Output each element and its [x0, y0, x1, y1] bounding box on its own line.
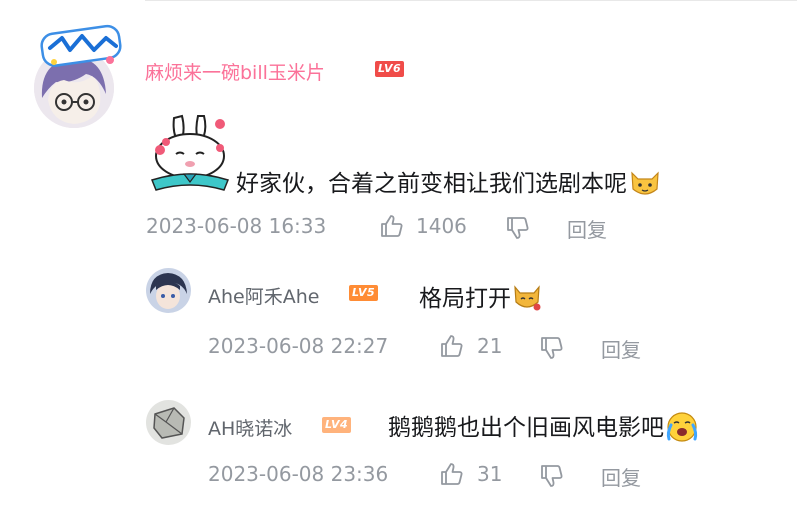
reply-avatar[interactable]	[146, 268, 191, 313]
level-badge: LV5	[349, 285, 379, 301]
reply-timestamp: 2023-06-08 23:36	[208, 462, 389, 486]
comment-text-body: 好家伙，合着之前变相让我们选剧本呢	[236, 171, 627, 197]
reply-text: 格局打开	[419, 279, 542, 318]
like-count: 31	[477, 462, 503, 486]
reply-username[interactable]: AH晓诺冰	[208, 414, 292, 441]
reply-timestamp: 2023-06-08 22:27	[208, 334, 389, 358]
thumbs-up-icon	[441, 463, 463, 485]
dislike-button[interactable]	[538, 334, 566, 362]
dislike-button[interactable]	[504, 214, 532, 242]
dislike-button[interactable]	[538, 462, 566, 490]
reply-avatar[interactable]	[146, 400, 191, 445]
like-button[interactable]	[438, 332, 466, 360]
crying-emoji-icon	[665, 410, 699, 448]
comment-text: 好家伙，合着之前变相让我们选剧本呢	[236, 164, 661, 203]
divider	[145, 0, 797, 1]
cat-emoji-icon	[629, 167, 661, 203]
thumbs-down-icon	[507, 217, 529, 239]
dog-emoji-icon	[512, 282, 542, 318]
avatar-image	[146, 400, 191, 445]
reply-button[interactable]: 回复	[601, 462, 641, 491]
reply-text-body: 格局打开	[419, 286, 511, 312]
level-badge: LV6	[375, 61, 405, 77]
avatar-image	[146, 268, 191, 313]
like-button[interactable]	[438, 460, 466, 488]
username[interactable]: 麻烦来一碗bill玉米片	[145, 58, 325, 85]
thumbs-up-icon	[381, 215, 403, 237]
thumbs-down-icon	[541, 465, 563, 487]
reply-button[interactable]: 回复	[567, 214, 607, 243]
avatar-pendant-badge	[40, 24, 126, 74]
comment-timestamp: 2023-06-08 16:33	[146, 214, 327, 238]
like-count: 21	[477, 334, 503, 358]
thumbs-up-icon	[441, 335, 463, 357]
like-count: 1406	[416, 214, 467, 238]
reply-button[interactable]: 回复	[601, 334, 641, 363]
reply-text: 鹅鹅鹅也出个旧画风电影吧	[388, 408, 699, 448]
like-button[interactable]	[378, 212, 406, 240]
reply-username[interactable]: Ahe阿禾Ahe	[208, 282, 319, 309]
thumbs-down-icon	[541, 337, 563, 359]
level-badge: LV4	[322, 417, 352, 433]
comment-sticker	[146, 110, 232, 194]
reply-text-body: 鹅鹅鹅也出个旧画风电影吧	[388, 415, 664, 441]
